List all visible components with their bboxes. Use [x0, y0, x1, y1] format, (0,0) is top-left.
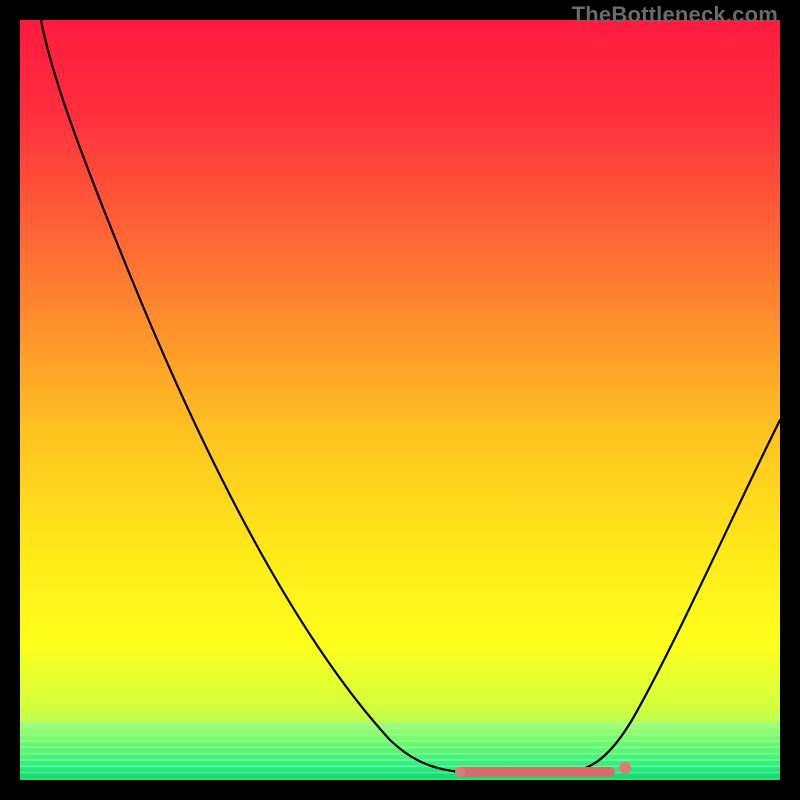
bottleneck-curve — [20, 20, 780, 780]
watermark-text: TheBottleneck.com — [572, 2, 778, 28]
plot-area — [20, 20, 780, 780]
optimal-range-marker — [455, 762, 631, 777]
chart-frame: TheBottleneck.com — [0, 0, 800, 800]
